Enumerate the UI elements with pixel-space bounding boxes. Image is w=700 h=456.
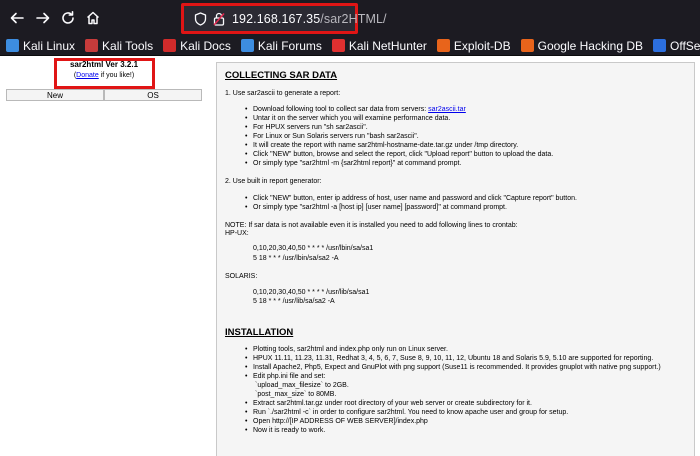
crontab-line: 5 18 * * * /usr/lbin/sa/sa2 -A <box>253 255 339 262</box>
offsec-icon <box>653 39 666 52</box>
bookmark-label: Kali Linux <box>23 38 76 53</box>
hpux-label: HP-UX: <box>225 230 249 237</box>
bookmark-kali-tools[interactable]: Kali Tools <box>85 39 153 53</box>
url-path: /sar2HTML/ <box>320 12 387 26</box>
bookmark-kali-linux[interactable]: Kali Linux <box>6 39 75 53</box>
crontab-line: 0,10,20,30,40,50 * * * * /usr/lib/sa/sa1 <box>253 289 370 296</box>
list-item: Open http://[IP ADDRESS OF WEB SERVER]/i… <box>245 418 428 425</box>
donate-line: (Donate if you like!) <box>0 72 208 79</box>
bookmark-kali-docs[interactable]: Kali Docs <box>163 39 231 53</box>
home-button[interactable] <box>83 8 103 28</box>
list-item: Run `./sar2html -c` in order to configur… <box>245 409 568 416</box>
step1-text: 1. Use sar2ascii to generate a report: <box>225 90 341 97</box>
list-item: HPUX 11.11, 11.23, 11.31, Redhat 3, 4, 5… <box>245 355 653 362</box>
bookmark-offsec[interactable]: OffSec <box>653 39 700 53</box>
installation-heading: INSTALLATION <box>225 327 294 338</box>
bookmarks-bar: Kali Linux Kali Tools Kali Docs Kali For… <box>0 36 700 56</box>
list-item: It will create the report with name sar2… <box>245 142 518 149</box>
list-item-text: Download following tool to collect sar d… <box>253 106 429 113</box>
back-button[interactable] <box>7 8 27 28</box>
crontab-line: 0,10,20,30,40,50 * * * * /usr/lbin/sa/sa… <box>253 245 374 252</box>
home-icon <box>86 11 100 25</box>
bookmark-label: Kali Forums <box>257 38 322 53</box>
nethunter-icon <box>331 39 345 52</box>
kali-dragon-icon <box>6 39 19 52</box>
list-item: For Linux or Sun Solaris servers run "ba… <box>245 133 419 140</box>
list-item: Now it is ready to work. <box>245 427 325 434</box>
shield-icon[interactable] <box>194 12 207 26</box>
reload-button[interactable] <box>58 8 78 28</box>
crontab-note: NOTE: If sar data is not available even … <box>225 222 518 229</box>
list-item: Plotting tools, sar2html and index.php o… <box>245 346 448 353</box>
list-item: Download following tool to collect sar d… <box>245 106 466 113</box>
list-item: Or simply type "sar2html -m {sar2html re… <box>245 160 461 167</box>
left-frame: sar2html Ver 3.2.1 (Donate if you like!)… <box>0 57 208 456</box>
kali-forums-icon <box>240 39 254 52</box>
list-item: Click "NEW" button, browse and select th… <box>245 151 553 158</box>
os-button[interactable]: OS <box>104 89 202 101</box>
bookmark-label: Google Hacking DB <box>537 38 643 53</box>
bookmark-label: OffSec <box>670 38 700 53</box>
donate-tail: if you like!) <box>98 72 135 79</box>
arrow-right-icon <box>36 12 50 24</box>
bookmark-label: Kali Docs <box>180 38 231 53</box>
bookmark-kali-forums[interactable]: Kali Forums <box>240 38 322 53</box>
list-item: Click "NEW" button, enter ip address of … <box>245 195 577 202</box>
exploit-db-icon <box>436 39 450 52</box>
url-bar[interactable]: 192.168.167.35/sar2HTML/ <box>181 3 386 34</box>
php-setting: `post_max_size` to 80MB. <box>255 391 337 398</box>
collecting-heading: COLLECTING SAR DATA <box>225 70 338 81</box>
sar2ascii-link[interactable]: sar2ascii.tar <box>428 106 466 113</box>
new-button[interactable]: New <box>6 89 104 101</box>
lock-insecure-icon[interactable] <box>213 12 225 26</box>
right-frame: COLLECTING SAR DATA 1. Use sar2ascii to … <box>216 62 695 456</box>
bookmark-google-hacking-db[interactable]: Google Hacking DB <box>520 38 643 53</box>
forward-button[interactable] <box>33 8 53 28</box>
reload-icon <box>62 11 74 24</box>
kali-tools-icon <box>85 39 99 52</box>
donate-link[interactable]: Donate <box>76 72 99 79</box>
bookmark-label: Kali Tools <box>102 38 154 53</box>
bookmark-kali-nethunter[interactable]: Kali NetHunter <box>331 38 427 53</box>
list-item: For HPUX servers run "sh sar2ascii". <box>245 124 368 131</box>
url-text[interactable]: 192.168.167.35/sar2HTML/ <box>232 12 387 26</box>
bookmark-label: Kali NetHunter <box>348 38 427 53</box>
url-host: 192.168.167.35 <box>232 12 321 26</box>
browser-toolbar: 192.168.167.35/sar2HTML/ <box>0 0 700 36</box>
bookmark-exploit-db[interactable]: Exploit-DB <box>436 38 511 53</box>
list-item: Extract sar2html.tar.gz under root direc… <box>245 400 532 407</box>
php-setting: `upload_max_filesize` to 2GB. <box>255 382 349 389</box>
arrow-left-icon <box>10 12 24 24</box>
list-item: Or simply type "sar2html -a [host ip] [u… <box>245 204 507 211</box>
kali-docs-icon <box>163 39 177 52</box>
ghdb-icon <box>520 39 534 52</box>
bookmark-label: Exploit-DB <box>453 38 511 53</box>
list-item: Untar it on the server which you will ex… <box>245 115 450 122</box>
list-item: Edit php.ini file and set: <box>245 373 325 380</box>
solaris-label: SOLARIS: <box>225 273 258 280</box>
frame-button-row: New OS <box>6 89 202 101</box>
crontab-line: 5 18 * * * /usr/lib/sa/sa2 -A <box>253 298 335 305</box>
version-title: sar2html Ver 3.2.1 <box>69 60 139 69</box>
list-item: Install Apache2, Php5, Expect and GnuPlo… <box>245 364 661 371</box>
step2-text: 2. Use built in report generator: <box>225 178 322 185</box>
